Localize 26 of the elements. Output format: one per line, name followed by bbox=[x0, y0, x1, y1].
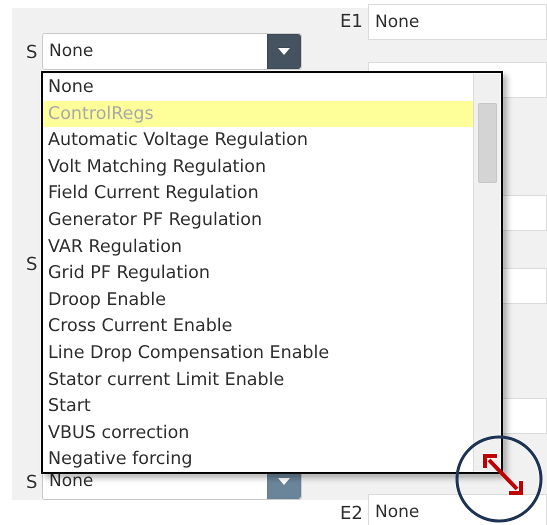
scrollbar[interactable] bbox=[473, 73, 501, 472]
dropdown-option[interactable]: Grid PF Regulation bbox=[43, 260, 473, 287]
resize-arrow-icon bbox=[483, 454, 523, 495]
text-field[interactable]: None bbox=[368, 4, 547, 40]
dropdown-option[interactable]: Field Current Regulation bbox=[43, 180, 473, 207]
dropdown-arrow-icon bbox=[278, 478, 290, 485]
dropdown-option[interactable]: Line Drop Compensation Enable bbox=[43, 340, 473, 367]
field-label: E1 bbox=[340, 10, 363, 34]
dropdown-arrow-icon bbox=[278, 48, 290, 55]
scrollbar-thumb[interactable] bbox=[478, 103, 497, 183]
dropdown-option[interactable]: Cross Current Enable bbox=[43, 313, 473, 340]
text-field[interactable]: None bbox=[368, 494, 547, 525]
field-label: E2 bbox=[340, 502, 363, 525]
select-field[interactable]: None bbox=[42, 33, 302, 70]
dropdown-option[interactable]: Generator PF Regulation bbox=[43, 206, 473, 234]
dropdown-option[interactable]: Start bbox=[43, 393, 473, 420]
dropdown-option[interactable]: Droop Enable bbox=[43, 286, 473, 314]
field-label: S bbox=[26, 471, 38, 495]
dropdown-option[interactable]: Automatic Voltage Regulation bbox=[43, 127, 473, 154]
field-label: S bbox=[26, 253, 38, 277]
dropdown-option[interactable]: VAR Regulation bbox=[43, 234, 473, 260]
dropdown-option[interactable]: Stator current Limit Enable bbox=[43, 366, 473, 394]
field-label: S bbox=[26, 41, 38, 65]
dropdown-option[interactable]: None bbox=[43, 74, 473, 101]
dropdown-option[interactable]: VBUS correction bbox=[43, 420, 473, 446]
dropdown-option[interactable]: Volt Matching Regulation bbox=[43, 154, 473, 180]
